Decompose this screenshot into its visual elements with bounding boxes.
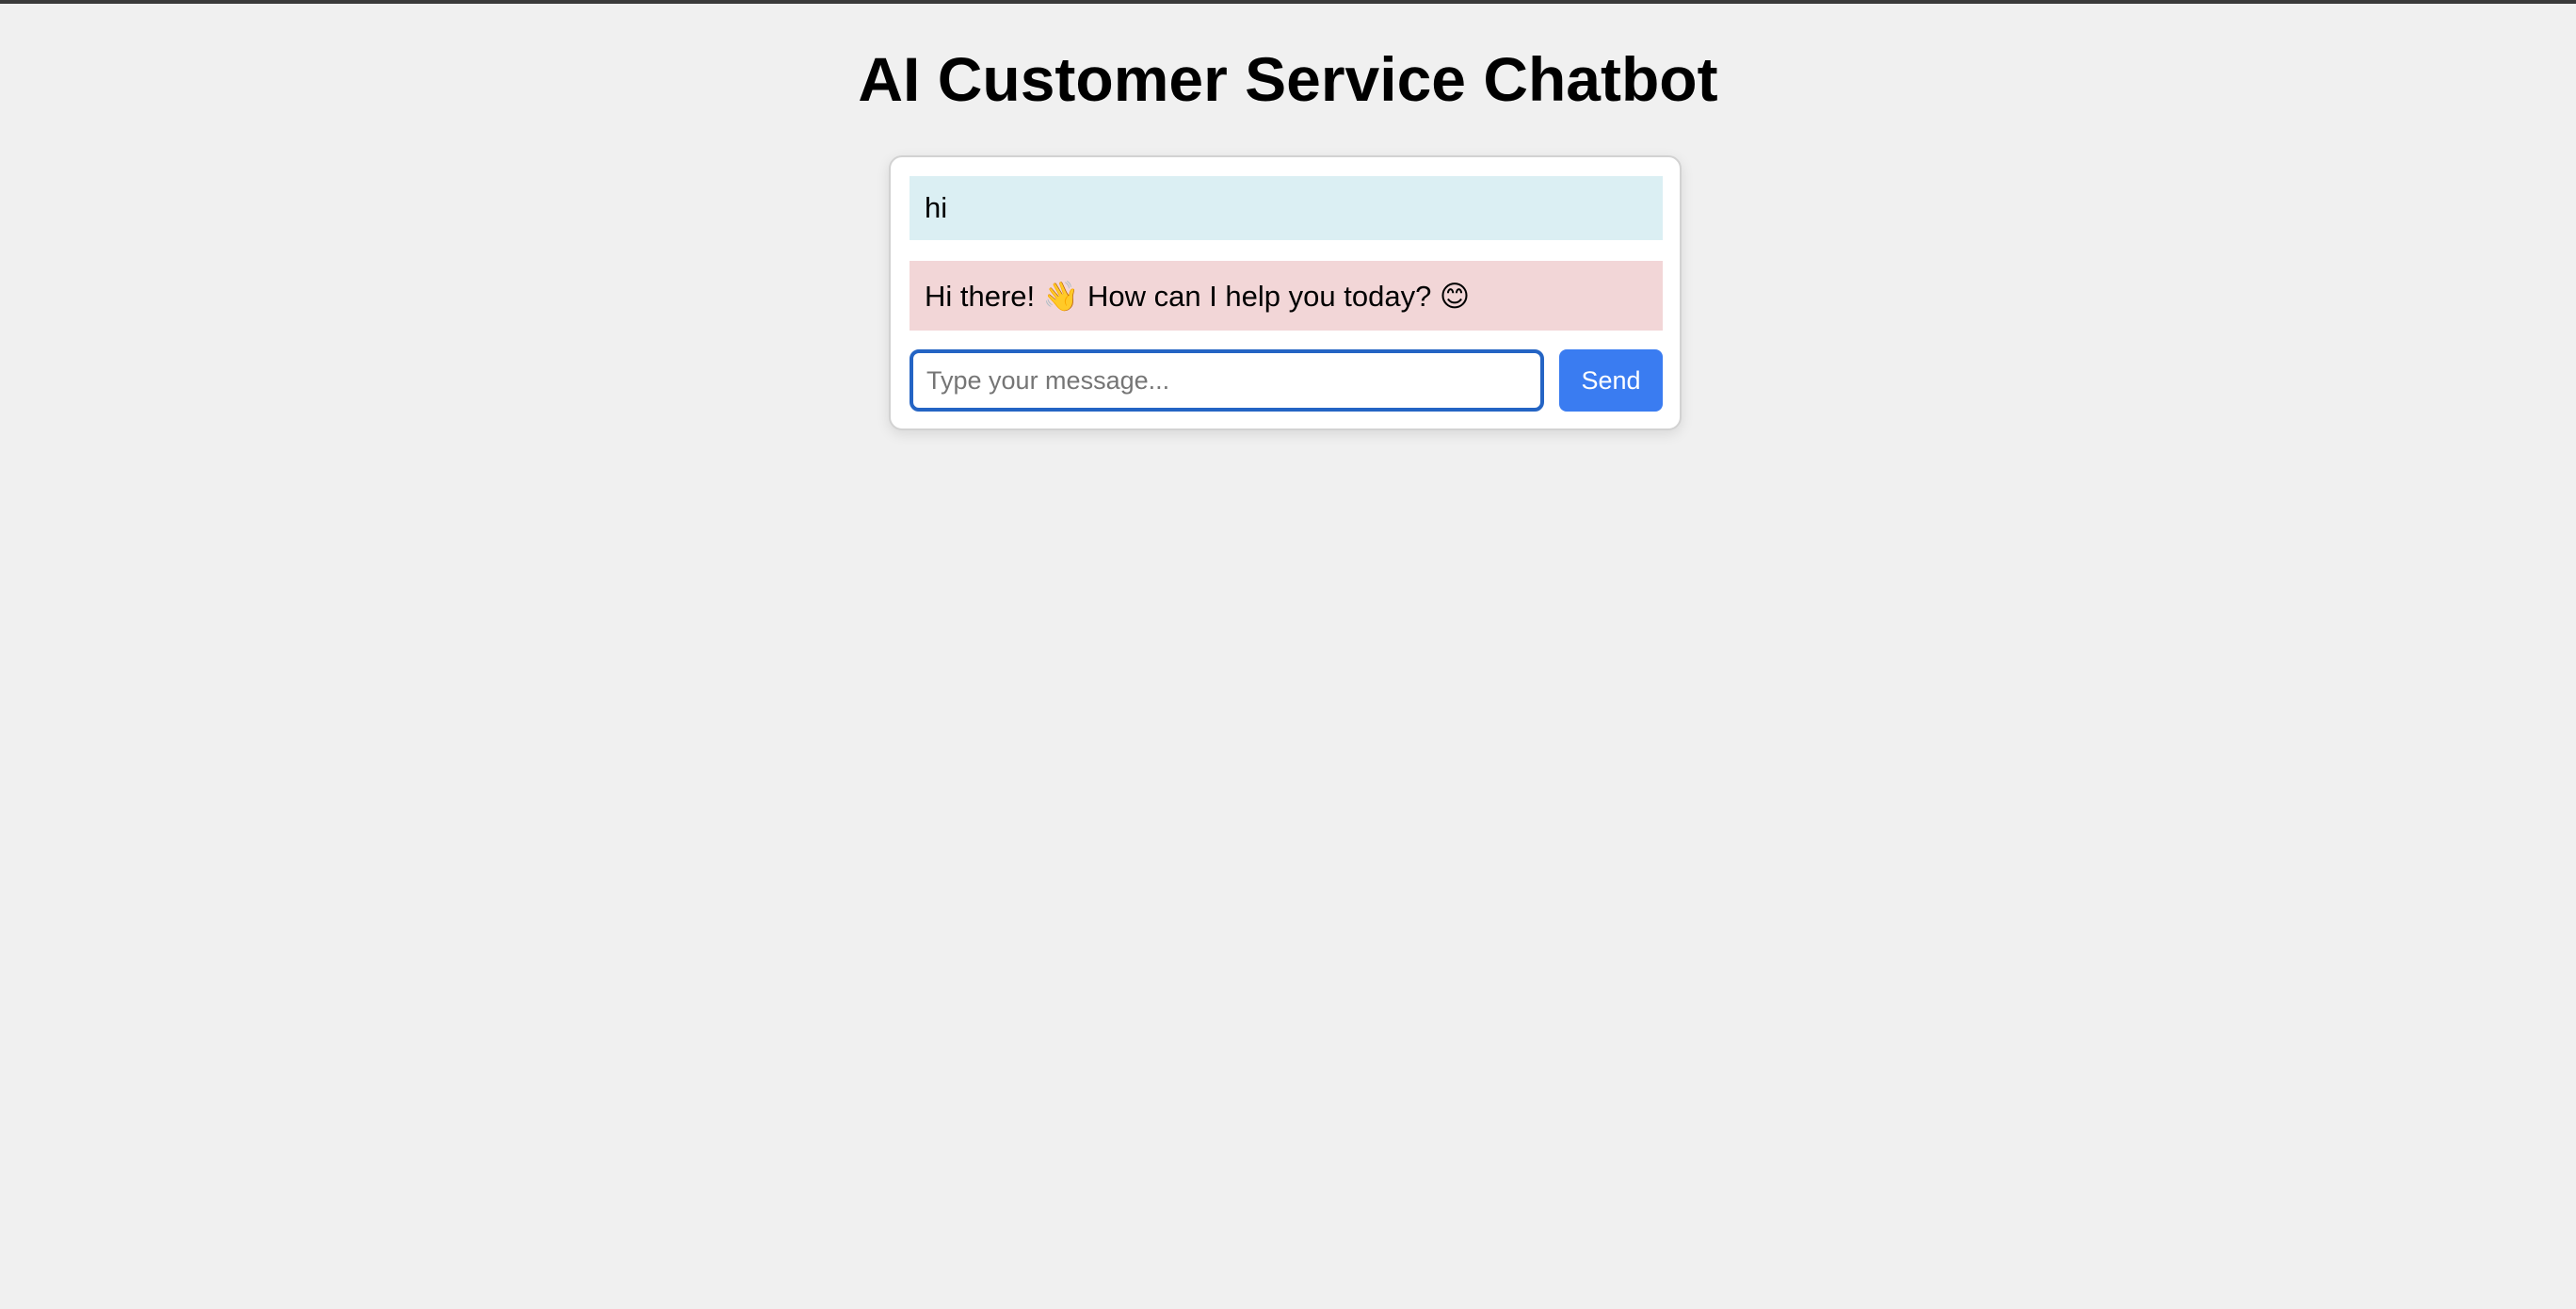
message-input[interactable] bbox=[910, 349, 1544, 412]
user-message: hi bbox=[910, 176, 1663, 240]
send-button[interactable]: Send bbox=[1559, 349, 1663, 412]
message-input-row: Send bbox=[910, 349, 1663, 412]
user-message-text: hi bbox=[925, 191, 948, 224]
chat-container: hi Hi there! 👋 How can I help you today?… bbox=[889, 155, 1682, 430]
bot-message: Hi there! 👋 How can I help you today? 😊 bbox=[910, 261, 1663, 331]
window-top-edge bbox=[0, 0, 2576, 4]
bot-message-text: Hi there! 👋 How can I help you today? 😊 bbox=[925, 279, 1471, 313]
page-title: AI Customer Service Chatbot bbox=[858, 44, 1718, 114]
